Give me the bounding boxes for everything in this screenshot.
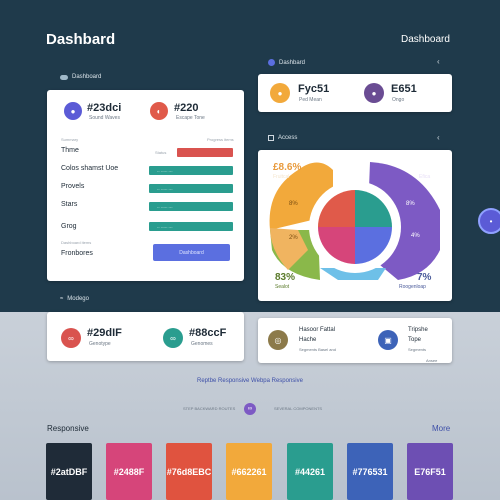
item2-sub: Segments bbox=[408, 347, 427, 352]
color-swatch[interactable]: #76d8EBC bbox=[166, 443, 212, 500]
small-header-right: Progress items bbox=[207, 137, 234, 142]
left-bottom-card: ∞ #29dIF Genotype ∞ #88ccF Genomes bbox=[47, 312, 244, 361]
links-icon: ∞ bbox=[61, 328, 81, 348]
target-icon: ◎ bbox=[268, 330, 288, 350]
chart-icon bbox=[268, 135, 274, 141]
chart-inner-label-right: 8% bbox=[406, 201, 415, 207]
item2-title: Tripshe bbox=[408, 327, 428, 333]
stat-value-4: #88ccF bbox=[189, 327, 227, 339]
stat-value-3: #29dIF bbox=[87, 327, 122, 339]
chat-icon: ▣ bbox=[378, 330, 398, 350]
progress-bar: -- ----- --- bbox=[149, 166, 233, 175]
chart-label-br: 7% bbox=[417, 272, 432, 283]
left-bottom-section-label: ≈ Modego bbox=[60, 296, 89, 302]
chevron-left-icon[interactable]: ‹ bbox=[437, 57, 440, 66]
cloud-icon bbox=[60, 74, 68, 80]
stat-value-5: Fyc51 bbox=[298, 83, 330, 95]
stat-value-2: #220 bbox=[174, 102, 199, 114]
chart-card: £8.6% Fruitcal 68% Efica 83% Sealot 7% R… bbox=[258, 150, 452, 301]
user-icon bbox=[268, 59, 275, 66]
left-main-card: ● #23dci Sound Waves ◐ #220 Escape Tone … bbox=[47, 90, 244, 281]
right-bottom-card: ◎ Hasoor Fattal Hache Segments Basel and… bbox=[258, 318, 452, 363]
chart-label-tl-sub: Fruitcal bbox=[273, 174, 290, 180]
links-icon: ∞ bbox=[163, 328, 183, 348]
small-header-left: Summary bbox=[61, 137, 79, 142]
stat-sub-6: Ongo bbox=[392, 97, 405, 103]
stat-value-1: #23dci bbox=[87, 102, 122, 114]
dashboard-button[interactable]: Dashboard bbox=[153, 244, 230, 261]
item1-sub: Segments Basel and bbox=[299, 347, 336, 352]
page-title: Dashbard bbox=[46, 31, 116, 48]
item1-title: Hasoor Fattal bbox=[299, 327, 336, 333]
chart-label-br-sub: Roogenloap bbox=[399, 284, 426, 290]
dot-icon: ● bbox=[364, 83, 384, 103]
right-top-card: ● Fyc51 Ped Mean ● E651 Ongo bbox=[258, 74, 452, 112]
row-label: Grog bbox=[61, 223, 77, 230]
progress-bar: -- ----- --- bbox=[149, 222, 233, 231]
progress-bar: -- ----- --- bbox=[149, 202, 233, 211]
footer-small: Dashboard items bbox=[61, 240, 92, 245]
stat-sub-2: Escape Tone bbox=[176, 115, 205, 121]
more-link[interactable]: More bbox=[432, 424, 450, 433]
stat-sub-1: Sound Waves bbox=[89, 115, 120, 121]
stat-sub-4: Genomes bbox=[191, 341, 213, 347]
options-icon[interactable]: • bbox=[478, 208, 500, 234]
chart-label-tr-sub: Efica bbox=[419, 174, 431, 180]
color-swatch[interactable]: E76F51 bbox=[407, 443, 453, 500]
page-title-right: Dashboard bbox=[401, 34, 450, 45]
color-swatch[interactable]: #2atDBF bbox=[46, 443, 92, 500]
chart-inner-label-br: 4% bbox=[411, 233, 420, 239]
right-section-label: Dashbard bbox=[268, 59, 305, 66]
chart-inner-label-bl: 2% bbox=[289, 235, 298, 241]
color-swatch[interactable]: #44261 bbox=[287, 443, 333, 500]
gauge-icon: ◐ bbox=[150, 102, 168, 120]
color-swatch[interactable]: #2488F bbox=[106, 443, 152, 500]
chart-label-tl: £8.6% bbox=[273, 162, 302, 173]
palette-title: Responsive bbox=[47, 424, 89, 433]
stat-sub-3: Genotype bbox=[89, 341, 111, 347]
stat-sub-5: Ped Mean bbox=[299, 97, 322, 103]
row-label: Stars bbox=[61, 201, 78, 208]
footer-label: Fronbores bbox=[61, 250, 93, 257]
progress-bar: -- ----- --- bbox=[149, 184, 233, 193]
row-label: Provels bbox=[61, 183, 85, 190]
globe-icon: ● bbox=[64, 102, 82, 120]
row-label: Colos shamst Uoe bbox=[61, 165, 119, 172]
row-label: Thme bbox=[61, 147, 79, 154]
color-swatch[interactable]: #662261 bbox=[226, 443, 272, 500]
item1-line: Hache bbox=[299, 337, 317, 343]
responsive-link[interactable]: Reptbe Responsive Webpa Responsive bbox=[0, 378, 500, 384]
item2-badge: Ansee bbox=[426, 358, 438, 363]
chart-section-label: Access bbox=[268, 135, 297, 141]
small-header-mid: Status bbox=[155, 150, 167, 155]
color-swatch[interactable]: #776531 bbox=[347, 443, 393, 500]
middle-small-right: SEVERAL COMPONENTS bbox=[274, 406, 323, 411]
middle-small-left: STEP BACKWARD ROUTES bbox=[183, 406, 236, 411]
item2-line: Tope bbox=[408, 337, 422, 343]
chevron-left-icon[interactable]: ‹ bbox=[437, 133, 440, 142]
chart-label-tr: 68% bbox=[415, 162, 436, 173]
chart-inner-label-left: 8% bbox=[289, 201, 298, 207]
dot-icon: ● bbox=[270, 83, 290, 103]
stat-value-6: E651 bbox=[391, 83, 417, 95]
chart-label-bl-sub: Sealot bbox=[275, 284, 290, 290]
wifi-icon: ≈ bbox=[60, 296, 64, 302]
left-section-label: Dashboard bbox=[60, 74, 101, 80]
link-icon[interactable]: ∞ bbox=[244, 403, 256, 415]
chart-label-bl: 83% bbox=[275, 272, 296, 283]
progress-bar bbox=[177, 148, 233, 157]
